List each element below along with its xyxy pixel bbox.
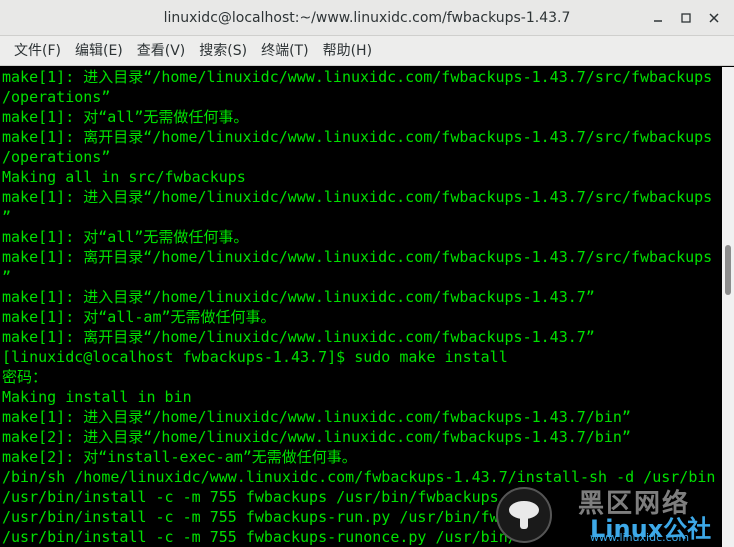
terminal-scrollbar[interactable] — [722, 67, 734, 547]
menu-search[interactable]: 搜索(S) — [192, 36, 254, 66]
terminal-line: 密码： — [2, 368, 48, 386]
terminal-line: make[1]: 对“all”无需做任何事。 — [2, 108, 249, 126]
scrollbar-thumb[interactable] — [725, 245, 731, 295]
terminal-line: /usr/bin/install -c -m 755 fwbackups /us… — [2, 488, 499, 506]
terminal-line: /operations” — [2, 148, 111, 166]
terminal-output[interactable]: make[1]: 进入目录“/home/linuxidc/www.linuxid… — [0, 67, 722, 547]
terminal-line: Making install in bin — [2, 388, 192, 406]
terminal-line: /usr/bin/install -c -m 755 fwbackups-run… — [2, 508, 508, 526]
terminal-line: make[1]: 对“all”无需做任何事。 — [2, 228, 249, 246]
terminal-line: ” — [2, 208, 12, 226]
menu-edit[interactable]: 编辑(E) — [68, 36, 130, 66]
terminal-line: make[1]: 进入目录“/home/linuxidc/www.linuxid… — [2, 68, 713, 86]
window-controls — [644, 0, 728, 36]
menu-terminal[interactable]: 终端(T) — [254, 36, 315, 66]
terminal-line: [linuxidc@localhost fwbackups-1.43.7]$ s… — [2, 348, 508, 366]
window-title: linuxidc@localhost:~/www.linuxidc.com/fw… — [163, 9, 571, 26]
close-icon — [709, 13, 719, 23]
terminal-line: /bin/sh /home/linuxidc/www.linuxidc.com/… — [2, 468, 716, 486]
menu-file[interactable]: 文件(F) — [7, 36, 68, 66]
terminal-line: make[1]: 对“all-am”无需做任何事。 — [2, 308, 276, 326]
terminal-line: make[2]: 进入目录“/home/linuxidc/www.linuxid… — [2, 428, 631, 446]
terminal-line: make[1]: 离开目录“/home/linuxidc/www.linuxid… — [2, 248, 713, 266]
maximize-button[interactable] — [672, 4, 700, 32]
close-button[interactable] — [700, 4, 728, 32]
terminal-line: make[1]: 进入目录“/home/linuxidc/www.linuxid… — [2, 408, 631, 426]
title-bar: linuxidc@localhost:~/www.linuxidc.com/fw… — [0, 0, 734, 36]
minimize-icon — [654, 20, 662, 22]
menu-view[interactable]: 查看(V) — [130, 36, 193, 66]
terminal-line: make[1]: 离开目录“/home/linuxidc/www.linuxid… — [2, 328, 595, 346]
menu-bar: 文件(F) 编辑(E) 查看(V) 搜索(S) 终端(T) 帮助(H) — [0, 36, 734, 66]
terminal-line: Making all in src/fwbackups — [2, 168, 246, 186]
terminal-line: make[1]: 进入目录“/home/linuxidc/www.linuxid… — [2, 188, 713, 206]
menu-help[interactable]: 帮助(H) — [316, 36, 379, 66]
terminal-line: /usr/bin/install -c -m 755 fwbackups-run… — [2, 528, 517, 546]
minimize-button[interactable] — [644, 4, 672, 32]
terminal-line: make[1]: 离开目录“/home/linuxidc/www.linuxid… — [2, 128, 713, 146]
terminal-line: /operations” — [2, 88, 111, 106]
terminal-line: ” — [2, 268, 12, 286]
terminal-line: make[2]: 对“install-exec-am”无需做任何事。 — [2, 448, 357, 466]
terminal-line: make[1]: 进入目录“/home/linuxidc/www.linuxid… — [2, 288, 595, 306]
maximize-icon — [681, 13, 691, 23]
